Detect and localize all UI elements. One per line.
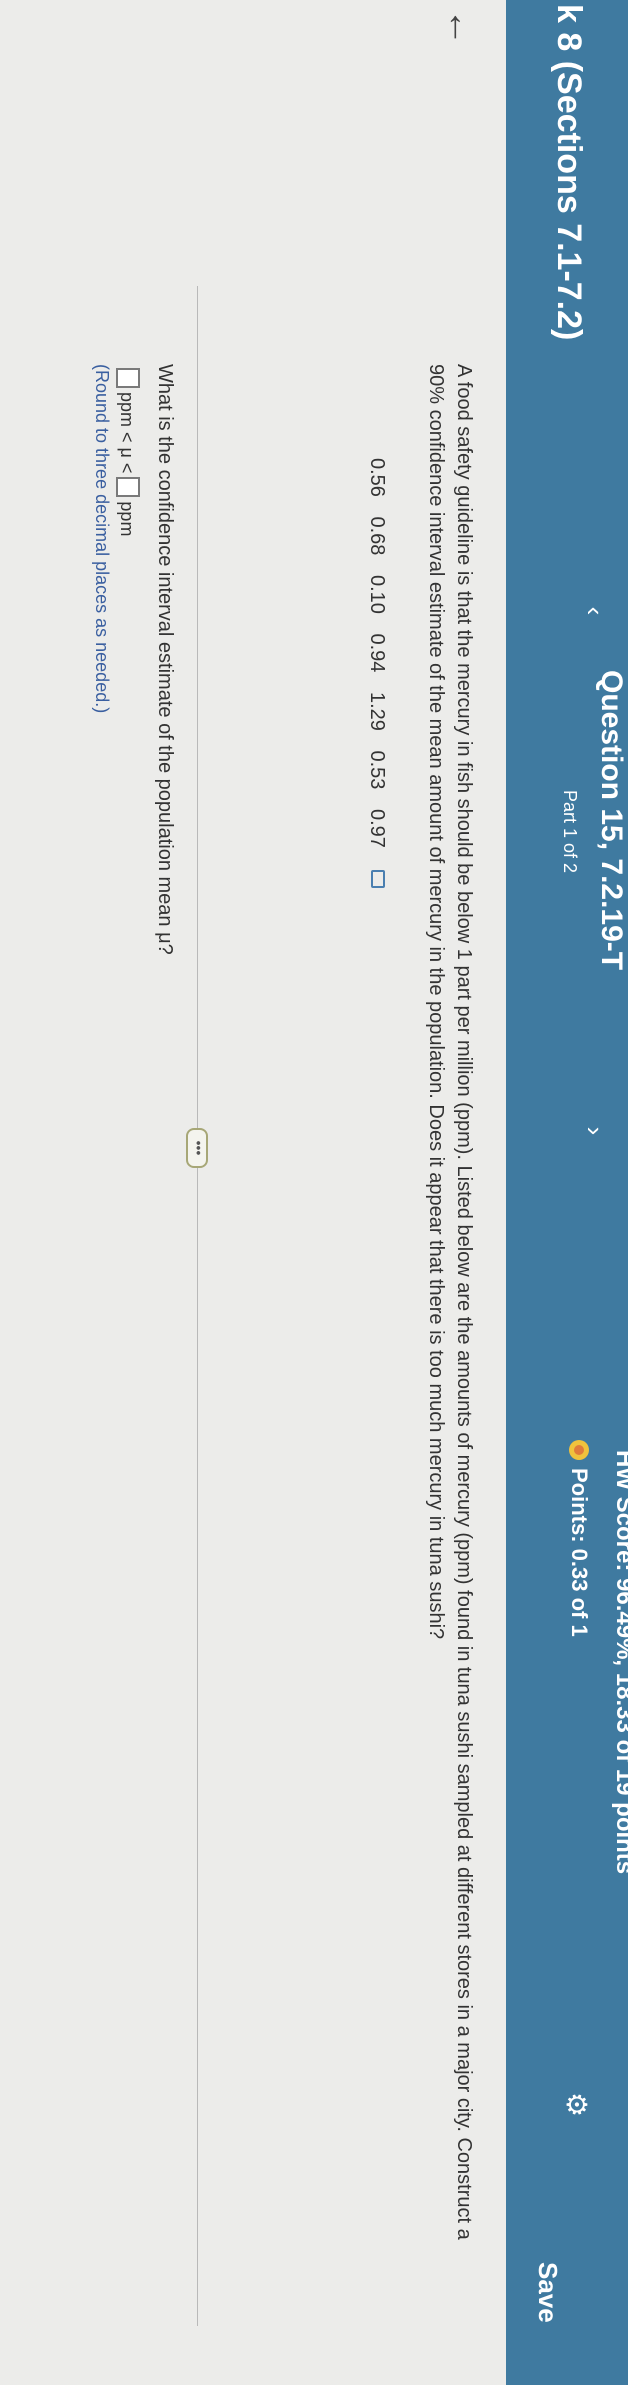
data-value: 0.94 xyxy=(366,633,388,673)
rounding-instruction: (Round to three decimal places as needed… xyxy=(92,364,112,714)
expand-more-button[interactable]: ••• xyxy=(186,1128,208,1168)
question-navigation: ‹ Question 15, 7.2.19-T Part 1 of 2 › xyxy=(518,560,628,1200)
back-arrow-icon[interactable]: ← xyxy=(440,8,482,46)
hw-score: HW Score: 96.49%, 18.33 of 19 points xyxy=(611,1450,628,1875)
lower-bound-input[interactable] xyxy=(116,368,140,388)
data-values-row: 0.56 0.68 0.10 0.94 1.29 0.53 0.97 xyxy=(365,458,388,888)
data-value: 0.10 xyxy=(366,575,388,614)
question-text: What is the confidence interval estimate… xyxy=(154,364,176,955)
answer-middle-text: ppm < μ < xyxy=(117,392,137,474)
upper-bound-input[interactable] xyxy=(116,477,140,498)
chevron-right-icon[interactable]: › xyxy=(580,1120,610,1142)
save-button[interactable]: Save xyxy=(506,2238,628,2385)
assignment-title: k 8 (Sections 7.1-7.2) xyxy=(550,4,588,341)
data-value: 0.68 xyxy=(366,516,388,556)
app-window: k 8 (Sections 7.1-7.2) ‹ Question 15, 7.… xyxy=(0,0,628,2385)
problem-statement: A food safety guideline is that the merc… xyxy=(425,364,475,2240)
question-label: Question 15, 7.2.19-T xyxy=(595,670,628,971)
data-value: 1.29 xyxy=(366,692,388,731)
answer-unit-text: ppm xyxy=(117,501,137,537)
answer-row: ppm < μ < ppm xyxy=(116,364,140,536)
points-text: Points: 0.33 of 1 xyxy=(567,1468,592,1637)
gear-icon[interactable]: ⚙ xyxy=(561,2092,592,2120)
data-value: 0.97 xyxy=(366,809,388,848)
score-panel: HW Score: 96.49%, 18.33 of 19 points Poi… xyxy=(518,1440,628,2000)
data-value: 0.53 xyxy=(366,750,388,790)
points-status: Points: 0.33 of 1 xyxy=(566,1440,592,1637)
section-divider xyxy=(197,286,198,2326)
copy-data-icon[interactable] xyxy=(371,869,385,888)
part-label: Part 1 of 2 xyxy=(560,790,580,874)
progress-pie-icon xyxy=(569,1440,589,1460)
chevron-left-icon[interactable]: ‹ xyxy=(580,600,610,622)
data-value: 0.56 xyxy=(366,458,388,497)
top-bar: k 8 (Sections 7.1-7.2) ‹ Question 15, 7.… xyxy=(506,0,628,2385)
